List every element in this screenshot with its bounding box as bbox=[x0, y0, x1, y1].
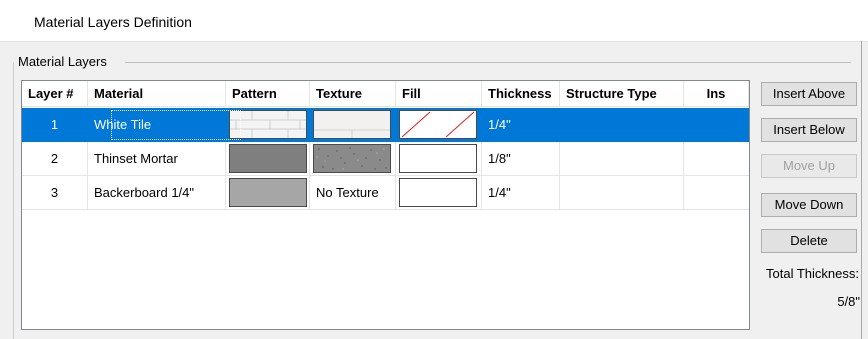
total-thickness-value: 5/8" bbox=[837, 294, 860, 309]
col-header-material[interactable]: Material bbox=[88, 81, 226, 107]
cell-thickness[interactable]: 1/4" bbox=[482, 108, 560, 142]
cell-thickness[interactable]: 1/8" bbox=[482, 142, 560, 176]
delete-button[interactable]: Delete bbox=[761, 229, 857, 253]
cell-structure-type[interactable] bbox=[560, 108, 684, 142]
cell-layer: 3 bbox=[22, 176, 88, 210]
cell-layer: 1 bbox=[22, 108, 88, 142]
cell-layer: 2 bbox=[22, 142, 88, 176]
cell-texture[interactable] bbox=[310, 108, 396, 142]
speckled-gray-texture-swatch bbox=[313, 144, 391, 173]
col-header-layer[interactable]: Layer # bbox=[22, 81, 88, 107]
window-title: Material Layers Definition bbox=[34, 14, 192, 30]
solid-gray-swatch bbox=[229, 144, 307, 173]
table-row[interactable]: 2 Thinset Mortar 1/8" bbox=[22, 142, 749, 176]
fill-swatch-white bbox=[399, 178, 477, 207]
cell-pattern[interactable] bbox=[226, 142, 310, 176]
group-label: Material Layers bbox=[18, 54, 111, 69]
solid-light-gray-swatch bbox=[229, 178, 307, 207]
col-header-pattern[interactable]: Pattern bbox=[226, 81, 310, 107]
group-divider bbox=[125, 62, 851, 63]
col-header-thickness[interactable]: Thickness bbox=[482, 81, 560, 107]
total-thickness-label: Total Thickness: bbox=[766, 266, 859, 281]
cell-texture[interactable] bbox=[310, 142, 396, 176]
cell-material[interactable]: Thinset Mortar bbox=[88, 142, 226, 176]
title-bar: Material Layers Definition bbox=[0, 0, 868, 42]
col-header-structure-type[interactable]: Structure Type bbox=[560, 81, 684, 107]
group-left-border bbox=[13, 62, 14, 339]
table-row[interactable]: 1 White Tile 1/4" bbox=[22, 108, 749, 142]
material-layers-grid[interactable]: Layer # Material Pattern Texture Fill Th… bbox=[21, 80, 750, 330]
col-header-fill[interactable]: Fill bbox=[396, 81, 482, 107]
cell-ins[interactable] bbox=[684, 142, 749, 176]
cell-ins[interactable] bbox=[684, 176, 749, 210]
table-row[interactable]: 3 Backerboard 1/4" No Texture 1/4" bbox=[22, 176, 749, 210]
cell-fill[interactable] bbox=[396, 142, 482, 176]
col-header-ins[interactable]: Ins bbox=[684, 81, 749, 107]
fill-swatch-none bbox=[399, 110, 477, 139]
insert-below-button[interactable]: Insert Below bbox=[761, 118, 857, 142]
cell-material[interactable]: Backerboard 1/4" bbox=[88, 176, 226, 210]
insert-above-button[interactable]: Insert Above bbox=[761, 82, 857, 106]
cell-texture[interactable]: No Texture bbox=[310, 176, 396, 210]
move-down-button[interactable]: Move Down bbox=[761, 193, 857, 217]
cell-fill[interactable] bbox=[396, 176, 482, 210]
focus-rectangle bbox=[111, 110, 241, 140]
cell-ins[interactable] bbox=[684, 108, 749, 142]
move-up-button[interactable]: Move Up bbox=[761, 154, 857, 178]
tile-texture-swatch bbox=[313, 110, 391, 139]
cell-structure-type[interactable] bbox=[560, 176, 684, 210]
cell-structure-type[interactable] bbox=[560, 142, 684, 176]
cell-pattern[interactable] bbox=[226, 176, 310, 210]
fill-swatch-white bbox=[399, 144, 477, 173]
cell-thickness[interactable]: 1/4" bbox=[482, 176, 560, 210]
col-header-texture[interactable]: Texture bbox=[310, 81, 396, 107]
cell-fill[interactable] bbox=[396, 108, 482, 142]
